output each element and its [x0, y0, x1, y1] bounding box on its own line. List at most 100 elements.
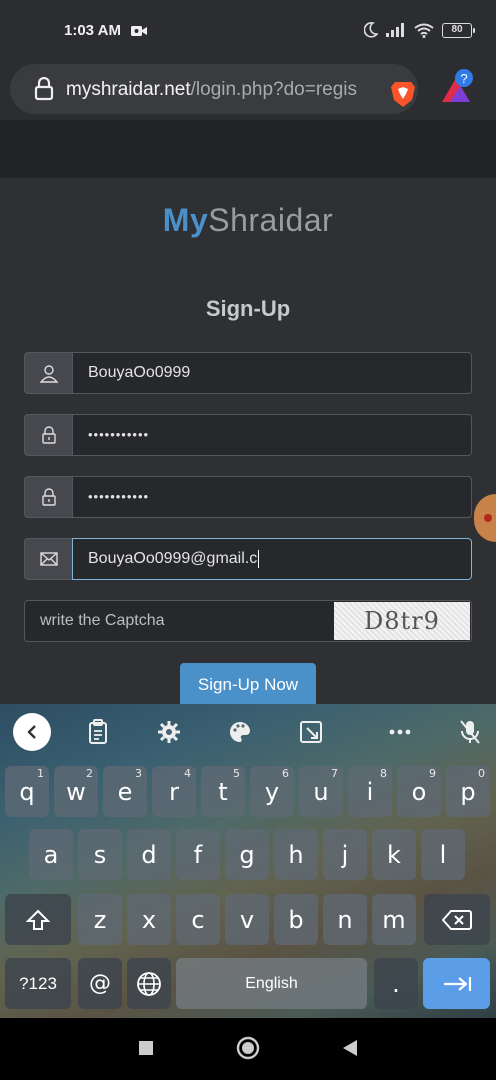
- key-r[interactable]: r4: [152, 766, 196, 817]
- site-logo[interactable]: MyShraidar: [0, 202, 496, 239]
- shift-key[interactable]: [5, 894, 71, 945]
- browser-toolbar: myshraidar.net/login.php?do=regis ?: [0, 58, 496, 120]
- page-header-band: [0, 120, 496, 178]
- key-q[interactable]: q1: [5, 766, 49, 817]
- password-input[interactable]: •••••••••••: [72, 414, 472, 456]
- lock-icon: [24, 414, 72, 456]
- battery-icon: 80: [442, 22, 475, 38]
- wifi-icon: [414, 23, 434, 38]
- email-field-group: BouyaOo0999@gmail.c: [24, 538, 472, 580]
- key-i[interactable]: i8: [348, 766, 392, 817]
- key-p[interactable]: p0: [446, 766, 490, 817]
- user-icon: [24, 352, 72, 394]
- key-hint: 9: [429, 767, 436, 780]
- address-bar[interactable]: myshraidar.net/login.php?do=regis: [10, 64, 418, 114]
- key-label: t: [218, 777, 228, 806]
- shift-arrow-icon: [26, 909, 50, 930]
- at-key[interactable]: @: [78, 958, 122, 1009]
- key-u[interactable]: u7: [299, 766, 343, 817]
- moon-icon: [364, 22, 378, 38]
- url-text[interactable]: myshraidar.net/login.php?do=regis: [66, 79, 376, 101]
- recents-square-icon[interactable]: [138, 1040, 154, 1056]
- confirm-password-input[interactable]: •••••••••••: [72, 476, 472, 518]
- space-bar[interactable]: English: [176, 958, 367, 1009]
- key-label: w: [66, 777, 86, 806]
- key-label: e: [117, 777, 133, 806]
- brave-shield-icon[interactable]: [390, 80, 416, 108]
- brand-my: My: [162, 202, 209, 238]
- clipboard-icon[interactable]: [84, 718, 112, 746]
- svg-text:?: ?: [460, 71, 467, 86]
- key-h[interactable]: h: [274, 829, 318, 880]
- key-f[interactable]: f: [176, 829, 220, 880]
- captcha-placeholder: write the Captcha: [40, 612, 165, 629]
- email-input[interactable]: BouyaOo0999@gmail.c: [72, 538, 472, 580]
- resize-keyboard-icon[interactable]: [297, 718, 325, 746]
- key-e[interactable]: e3: [103, 766, 147, 817]
- mic-off-icon[interactable]: [456, 718, 484, 746]
- status-bar: 1:03 AM 80: [0, 0, 496, 58]
- backspace-key[interactable]: [424, 894, 490, 945]
- key-s[interactable]: s: [78, 829, 122, 880]
- key-y[interactable]: y6: [250, 766, 294, 817]
- key-l[interactable]: l: [421, 829, 465, 880]
- key-hint: 0: [478, 767, 485, 780]
- page-title: Sign-Up: [205, 296, 291, 321]
- captcha-input[interactable]: write the Captcha D8tr9: [24, 600, 472, 642]
- key-d[interactable]: d: [127, 829, 171, 880]
- key-c[interactable]: c: [176, 894, 220, 945]
- key-j[interactable]: j: [323, 829, 367, 880]
- envelope-icon: [24, 538, 72, 580]
- home-circle-icon[interactable]: [236, 1036, 260, 1060]
- username-input[interactable]: BouyaOo0999: [72, 352, 472, 394]
- key-g[interactable]: g: [225, 829, 269, 880]
- email-value: BouyaOo0999@gmail.c: [88, 550, 258, 567]
- key-v[interactable]: v: [225, 894, 269, 945]
- status-icons: 80: [364, 22, 475, 38]
- soft-keyboard: q1 w2 e3 r4 t5 y6 u7 i8 o9 p0 a s d f g …: [0, 704, 496, 1018]
- key-label: r: [169, 777, 179, 806]
- key-m[interactable]: m: [372, 894, 416, 945]
- key-label: i: [366, 777, 374, 806]
- signal-icon: [386, 23, 404, 37]
- lock-icon[interactable]: [34, 77, 54, 101]
- key-n[interactable]: n: [323, 894, 367, 945]
- language-key[interactable]: [127, 958, 171, 1009]
- key-label: q: [19, 777, 35, 806]
- next-field-key[interactable]: [423, 958, 490, 1009]
- url-path: /login.php?do=regis: [190, 79, 358, 100]
- key-k[interactable]: k: [372, 829, 416, 880]
- key-hint: 1: [37, 767, 44, 780]
- backspace-icon: [442, 909, 472, 930]
- key-x[interactable]: x: [127, 894, 171, 945]
- keyboard-toolbar: [0, 704, 496, 760]
- key-a[interactable]: a: [29, 829, 73, 880]
- key-label: o: [411, 777, 427, 806]
- key-hint: 3: [135, 767, 142, 780]
- theme-palette-icon[interactable]: [226, 718, 254, 746]
- period-key[interactable]: .: [374, 958, 418, 1009]
- text-caret: [258, 549, 260, 568]
- key-w[interactable]: w2: [54, 766, 98, 817]
- key-t[interactable]: t5: [201, 766, 245, 817]
- key-hint: 2: [86, 767, 93, 780]
- settings-gear-icon[interactable]: [155, 718, 183, 746]
- key-b[interactable]: b: [274, 894, 318, 945]
- video-camera-icon: [131, 26, 147, 36]
- key-hint: 4: [184, 767, 191, 780]
- back-triangle-icon[interactable]: [342, 1039, 358, 1057]
- key-hint: 7: [331, 767, 338, 780]
- key-hint: 6: [282, 767, 289, 780]
- url-domain: myshraidar.net: [66, 79, 191, 100]
- symbols-key[interactable]: ?123: [5, 958, 71, 1009]
- status-time: 1:03 AM: [64, 22, 121, 39]
- tab-arrow-icon: [443, 976, 471, 991]
- system-navigation-bar: [0, 1018, 496, 1080]
- keyboard-back-icon[interactable]: [13, 713, 51, 751]
- key-z[interactable]: z: [78, 894, 122, 945]
- key-o[interactable]: o9: [397, 766, 441, 817]
- signup-button[interactable]: Sign-Up Now: [180, 663, 316, 707]
- more-options-icon[interactable]: [386, 718, 414, 746]
- password-field-group: •••••••••••: [24, 414, 472, 456]
- extension-icon[interactable]: ?: [440, 68, 476, 104]
